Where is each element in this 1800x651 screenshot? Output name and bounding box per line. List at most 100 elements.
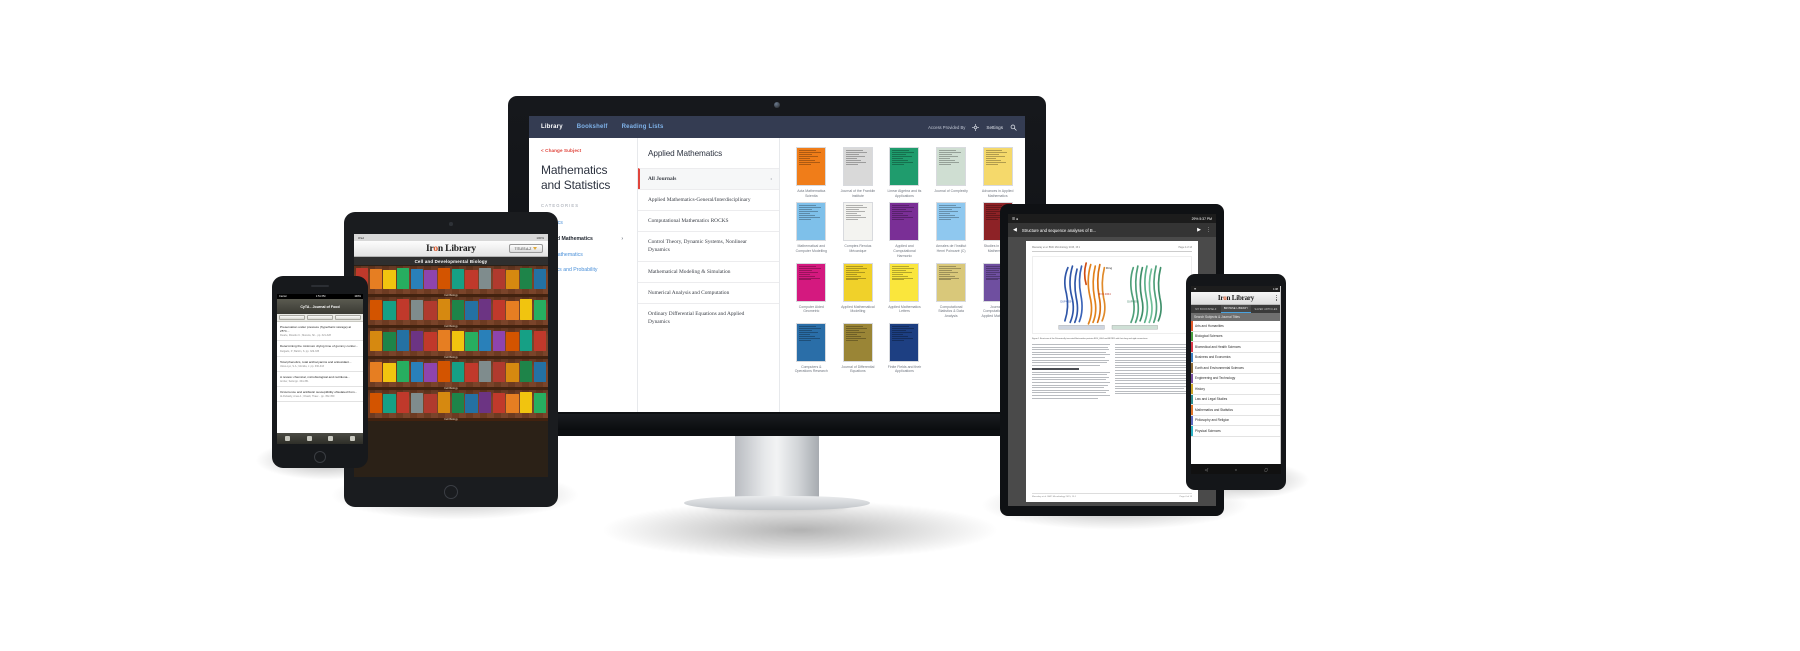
nav-bookshelf[interactable]: Bookshelf — [577, 124, 608, 130]
subject-list-item[interactable]: Law and Legal Studies — [1191, 394, 1281, 405]
book-cover[interactable] — [533, 393, 546, 413]
article-list-item[interactable]: Total phenolics, total anthocyanins and … — [277, 357, 363, 372]
book-cover[interactable] — [478, 361, 492, 382]
subject-list-item[interactable]: Engineering and Technology — [1191, 373, 1281, 384]
book-cover[interactable] — [396, 299, 410, 320]
book-cover[interactable] — [478, 392, 492, 413]
scrollbar[interactable] — [1279, 286, 1281, 474]
gear-icon[interactable] — [972, 123, 980, 131]
journal-cover-image[interactable] — [936, 147, 967, 186]
book-cover[interactable] — [437, 392, 451, 413]
journal-cover-image[interactable] — [796, 202, 827, 242]
book-cover[interactable] — [410, 331, 424, 351]
journal-cover-image[interactable] — [796, 262, 827, 302]
journal-category-row[interactable]: Control Theory, Dynamic Systems, Nonline… — [638, 231, 779, 260]
subject-list-item[interactable]: Physical Sciences — [1191, 426, 1281, 437]
book-cover[interactable] — [424, 301, 437, 320]
toolbar-button[interactable] — [279, 315, 305, 320]
bookshelf-row[interactable]: Cell Biology — [354, 359, 548, 390]
book-cover[interactable] — [424, 363, 437, 382]
journal-cover-image[interactable] — [889, 202, 920, 242]
article-list-item[interactable]: Occurrence and antibiotic susceptibility… — [277, 387, 363, 403]
book-cover[interactable] — [519, 268, 533, 289]
book-cover[interactable] — [465, 394, 478, 413]
book-cover[interactable] — [465, 270, 478, 289]
book-cover[interactable] — [410, 393, 424, 413]
book-cover[interactable] — [383, 332, 396, 351]
home-button[interactable] — [314, 451, 326, 463]
journal-cover-image[interactable] — [842, 262, 873, 302]
book-cover[interactable] — [369, 300, 383, 320]
book-cover[interactable] — [451, 393, 465, 413]
overflow-menu-icon[interactable]: ⋮ — [1206, 227, 1211, 233]
journal-cover-cell[interactable]: Applied Mathematical Modelling — [837, 262, 880, 319]
toolbar-button[interactable] — [307, 315, 333, 320]
journal-category-all-journals[interactable]: All Journals › — [638, 168, 779, 190]
journal-cover-cell[interactable]: Journal of the Franklin Institute — [837, 147, 880, 198]
bookshelf-area[interactable]: Cell Biology Cell Biology Cell Biology Cell… — [354, 266, 548, 477]
journal-cover-cell[interactable]: Linear Algebra and its Applications — [883, 147, 926, 198]
book-cover[interactable] — [506, 332, 519, 351]
book-cover[interactable] — [383, 301, 396, 320]
journal-cover-image[interactable] — [796, 322, 827, 362]
journal-cover-image[interactable] — [842, 147, 873, 186]
book-cover[interactable] — [369, 269, 383, 289]
article-list-item[interactable]: Determining the minimum drying time of g… — [277, 341, 363, 357]
sort-dropdown[interactable]: TITLES A-Z — [509, 244, 543, 253]
book-cover[interactable] — [396, 392, 410, 413]
book-cover[interactable] — [410, 269, 424, 289]
book-cover[interactable] — [519, 330, 533, 351]
subject-list-item[interactable]: Business and Economics — [1191, 352, 1281, 363]
journal-cover-cell[interactable]: Journal of Complexity — [930, 147, 973, 198]
bookshelf-row[interactable]: Cell Biology — [354, 266, 548, 297]
journal-cover-cell[interactable]: Computer Aided Geometric — [790, 262, 833, 319]
pdf-viewport[interactable]: Macaulay et al. BMC Microbiology 2015, 1… — [1008, 237, 1216, 506]
prev-page-button[interactable]: ◀ — [1013, 227, 1017, 233]
tab-saved[interactable] — [320, 433, 342, 444]
bookshelf-row[interactable]: Cell Biology — [354, 297, 548, 328]
journal-cover-cell[interactable]: Advances in Applied Mathematics — [976, 147, 1019, 198]
book-cover[interactable] — [519, 361, 533, 382]
book-cover[interactable] — [424, 394, 437, 413]
book-cover[interactable] — [396, 268, 410, 289]
settings-label[interactable]: Settings — [986, 125, 1003, 130]
journal-category-row[interactable]: Computational Mathematics ROCKS — [638, 210, 779, 231]
book-cover[interactable] — [478, 330, 492, 351]
nav-reading-lists[interactable]: Reading Lists — [622, 124, 664, 130]
subject-list-item[interactable]: Biological Sciences — [1191, 331, 1281, 342]
book-cover[interactable] — [506, 301, 519, 320]
book-cover[interactable] — [410, 300, 424, 320]
book-cover[interactable] — [533, 300, 546, 320]
book-cover[interactable] — [506, 270, 519, 289]
book-cover[interactable] — [492, 393, 506, 413]
book-cover[interactable] — [451, 269, 465, 289]
journal-cover-image[interactable] — [889, 147, 920, 186]
book-cover[interactable] — [437, 330, 451, 351]
book-cover[interactable] — [465, 363, 478, 382]
book-cover[interactable] — [465, 301, 478, 320]
book-cover[interactable] — [492, 269, 506, 289]
book-cover[interactable] — [451, 362, 465, 382]
journal-cover-image[interactable] — [842, 202, 873, 242]
journal-category-row[interactable]: Ordinary Differential Equations and Appl… — [638, 302, 779, 332]
book-cover[interactable] — [533, 269, 546, 289]
book-cover[interactable] — [492, 362, 506, 382]
journal-cover-cell[interactable]: Acta Mathematica Scientia — [790, 147, 833, 198]
book-cover[interactable] — [519, 392, 533, 413]
book-cover[interactable] — [492, 300, 506, 320]
next-page-button[interactable]: ▶ — [1197, 227, 1201, 233]
android-tab[interactable]: MY BOOKSHELF — [1191, 305, 1221, 313]
book-cover[interactable] — [519, 299, 533, 320]
book-cover[interactable] — [369, 362, 383, 382]
journal-cover-cell[interactable]: Mathematical and Computer Modelling — [790, 202, 833, 258]
journal-cover-image[interactable] — [936, 202, 967, 242]
back-icon[interactable]: ◁ — [1205, 467, 1208, 472]
subject-list-item[interactable]: History — [1191, 384, 1281, 395]
journal-cover-image[interactable] — [889, 262, 920, 302]
tab-bookshelf[interactable] — [277, 433, 299, 444]
article-list-item[interactable]: A review: chemical, microbiological and … — [277, 372, 363, 387]
journal-cover-cell[interactable]: Computers & Operations Research — [790, 322, 833, 374]
change-subject-link[interactable]: < Change Subject — [541, 148, 627, 153]
book-cover[interactable] — [478, 268, 492, 289]
toolbar-button[interactable] — [335, 315, 361, 320]
